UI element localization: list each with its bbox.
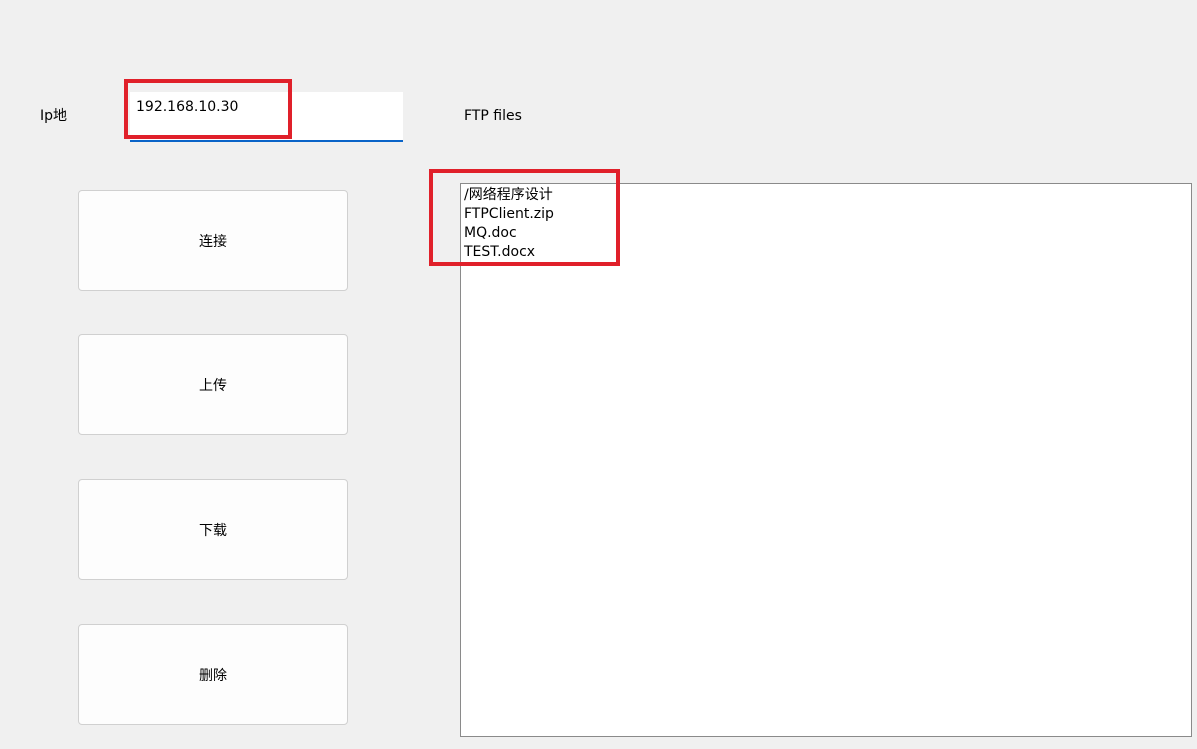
list-item[interactable]: TEST.docx — [464, 243, 1191, 262]
delete-button[interactable]: 删除 — [78, 624, 348, 725]
list-item[interactable]: MQ.doc — [464, 224, 1191, 243]
ip-address-input[interactable]: 192.168.10.30 — [130, 92, 403, 142]
ip-address-label: Ip地 — [40, 108, 68, 124]
list-item[interactable]: /网络程序设计 — [464, 186, 1191, 205]
ftp-file-list[interactable]: /网络程序设计 FTPClient.zip MQ.doc TEST.docx — [460, 183, 1192, 737]
upload-button[interactable]: 上传 — [78, 334, 348, 435]
connect-button[interactable]: 连接 — [78, 190, 348, 291]
list-item[interactable]: FTPClient.zip — [464, 205, 1191, 224]
download-button[interactable]: 下载 — [78, 479, 348, 580]
ftp-files-label: FTP files — [464, 108, 522, 124]
ip-address-value: 192.168.10.30 — [136, 99, 239, 115]
